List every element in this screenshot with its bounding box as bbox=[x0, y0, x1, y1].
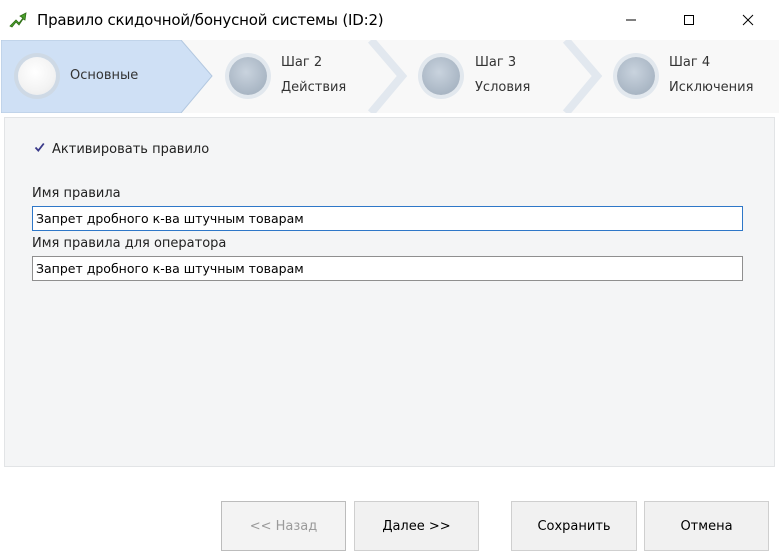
operator-name-label: Имя правила для оператора bbox=[32, 236, 227, 251]
step-3-title: Шаг 3 bbox=[475, 55, 517, 70]
minimize-icon bbox=[625, 14, 637, 26]
save-button[interactable]: Сохранить bbox=[511, 501, 637, 551]
maximize-button[interactable] bbox=[666, 0, 712, 40]
step-circle bbox=[229, 57, 267, 95]
activate-label[interactable]: Активировать правило bbox=[52, 142, 209, 157]
step-circle bbox=[617, 57, 655, 95]
step-4-title: Шаг 4 bbox=[669, 55, 711, 70]
close-button[interactable] bbox=[725, 0, 771, 40]
rule-name-label: Имя правила bbox=[32, 186, 121, 201]
minimize-button[interactable] bbox=[608, 0, 654, 40]
operator-name-input[interactable] bbox=[32, 256, 743, 281]
back-button[interactable]: << Назад bbox=[221, 501, 346, 551]
wizard-steps: Основные Шаг 2 Действия Шаг 3 Условия Ша… bbox=[1, 40, 779, 113]
step-2-title: Шаг 2 bbox=[281, 55, 323, 70]
activate-checkbox[interactable] bbox=[34, 141, 45, 156]
rule-name-input[interactable] bbox=[32, 206, 743, 231]
step-2-subtitle: Действия bbox=[281, 80, 347, 95]
arrow-icon bbox=[8, 10, 28, 30]
maximize-icon bbox=[683, 14, 695, 26]
step-4-subtitle: Исключения bbox=[669, 80, 754, 95]
content-panel bbox=[4, 117, 775, 467]
window-title: Правило скидочной/бонусной системы (ID:2… bbox=[37, 11, 384, 29]
next-button[interactable]: Далее >> bbox=[354, 501, 479, 551]
close-icon bbox=[742, 14, 754, 26]
checkmark-icon bbox=[34, 141, 45, 156]
cancel-button[interactable]: Отмена bbox=[644, 501, 769, 551]
step-circle bbox=[422, 57, 460, 95]
title-bar: Правило скидочной/бонусной системы (ID:2… bbox=[0, 0, 780, 40]
step-circle-active bbox=[18, 57, 56, 95]
step-main-title: Основные bbox=[70, 68, 139, 83]
step-3-subtitle: Условия bbox=[475, 80, 531, 95]
